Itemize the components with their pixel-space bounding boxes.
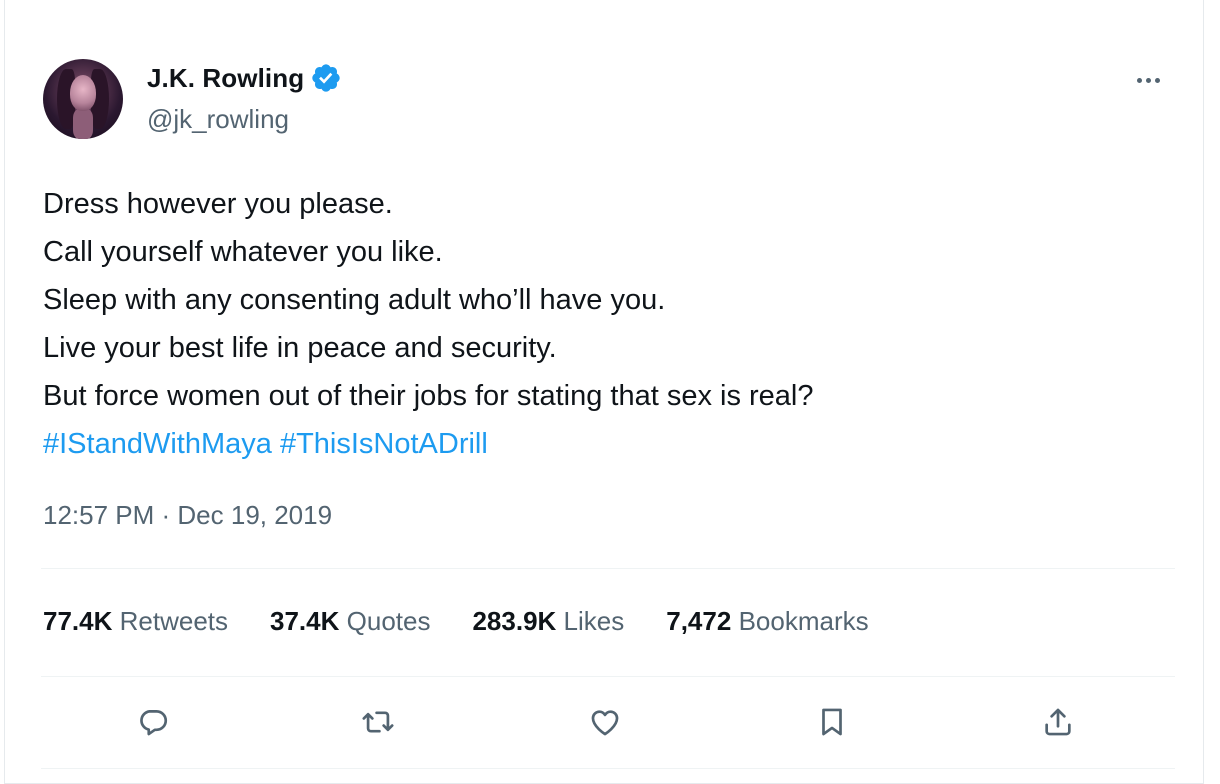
bookmarks-label: Bookmarks: [738, 606, 869, 636]
stat-bookmarks[interactable]: 7,472 Bookmarks: [666, 606, 868, 637]
quotes-count: 37.4K: [270, 606, 340, 636]
like-button[interactable]: [583, 700, 627, 744]
retweets-count: 77.4K: [43, 606, 113, 636]
tweet-stats: 77.4K Retweets 37.4K Quotes 283.9K Likes…: [43, 606, 911, 637]
avatar[interactable]: [43, 59, 123, 139]
tweet-actions: [5, 700, 1205, 744]
share-button[interactable]: [1036, 700, 1080, 744]
author-display-name[interactable]: J.K. Rowling: [147, 63, 304, 94]
quotes-label: Quotes: [346, 606, 431, 636]
bookmark-icon: [822, 708, 842, 736]
divider: [41, 768, 1175, 769]
tweet-card: J.K. Rowling @jk_rowling Dress however y…: [4, 0, 1204, 784]
tweet-line: Sleep with any consenting adult who’ll h…: [43, 284, 666, 316]
divider: [41, 676, 1175, 677]
retweet-button[interactable]: [356, 700, 400, 744]
stat-quotes[interactable]: 37.4K Quotes: [270, 606, 430, 637]
tweet-line: Live your best life in peace and securit…: [43, 332, 557, 364]
like-icon: [591, 710, 619, 736]
reply-icon: [140, 710, 168, 736]
stat-likes[interactable]: 283.9K Likes: [472, 606, 624, 637]
share-icon: [1045, 708, 1071, 736]
bookmark-button[interactable]: [810, 700, 854, 744]
divider: [41, 568, 1175, 569]
verified-badge-icon[interactable]: [310, 62, 342, 94]
bookmarks-count: 7,472: [666, 606, 732, 636]
likes-label: Likes: [563, 606, 625, 636]
likes-count: 283.9K: [472, 606, 557, 636]
author-handle[interactable]: @jk_rowling: [147, 104, 289, 135]
tweet-line: Dress however you please.: [43, 188, 393, 220]
retweets-label: Retweets: [119, 606, 229, 636]
tweet-line: But force women out of their jobs for st…: [43, 380, 814, 412]
reply-button[interactable]: [131, 700, 175, 744]
tweet-line: Call yourself whatever you like.: [43, 236, 443, 268]
tweet-timestamp[interactable]: 12:57 PM · Dec 19, 2019: [43, 500, 332, 531]
more-icon[interactable]: [1137, 70, 1177, 90]
stat-retweets[interactable]: 77.4K Retweets: [43, 606, 228, 637]
hashtag-links[interactable]: #IStandWithMaya #ThisIsNotADrill: [43, 420, 814, 468]
tweet-text: Dress however you please. Call yourself …: [43, 180, 814, 468]
author-name-row: J.K. Rowling: [147, 62, 342, 94]
retweet-icon: [362, 711, 394, 733]
